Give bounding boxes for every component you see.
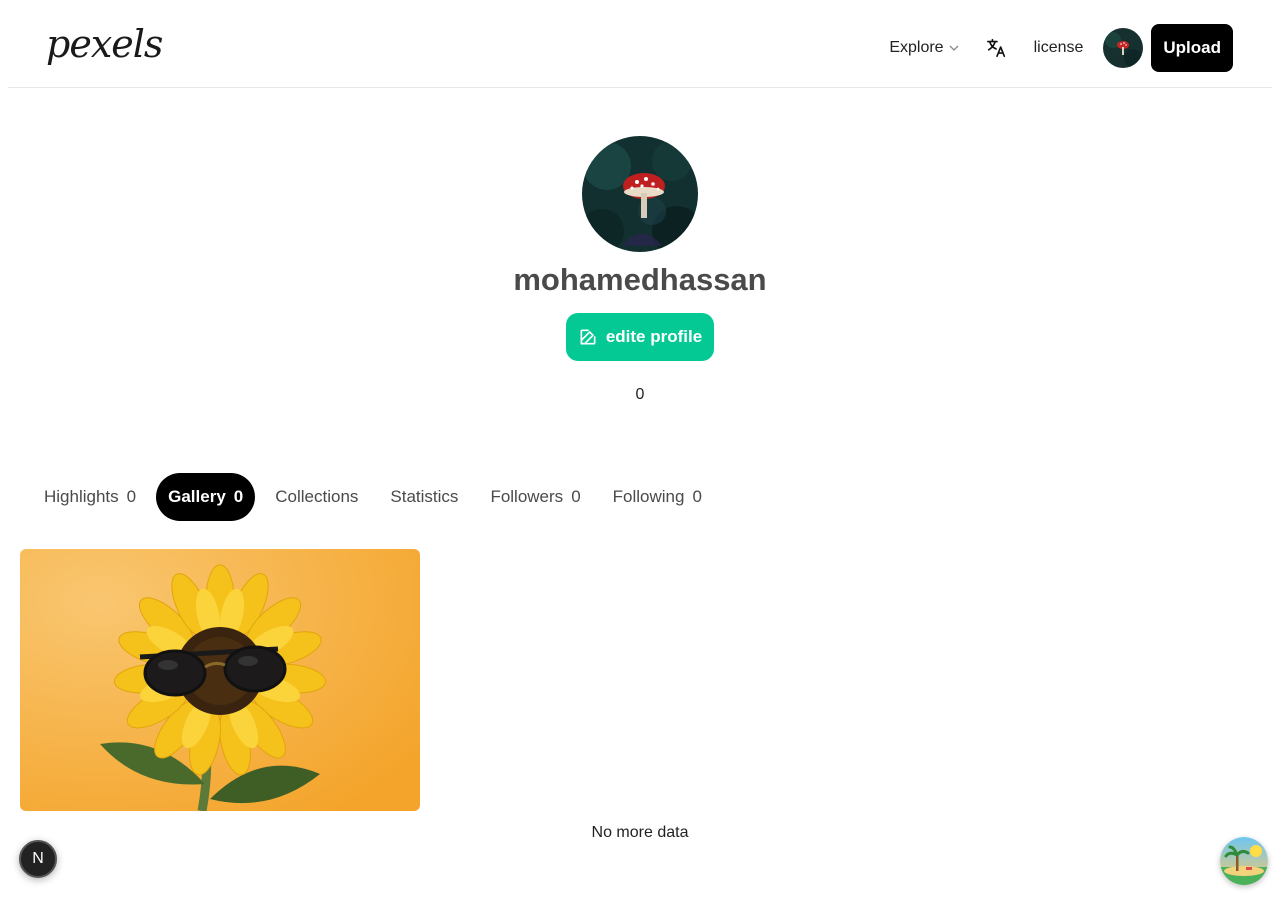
tab-count: 0 [571, 487, 581, 506]
profile-avatar[interactable] [582, 136, 698, 252]
tab-followers[interactable]: Followers 0 [474, 473, 596, 521]
edit-profile-button[interactable]: edite profile [566, 313, 714, 361]
tab-highlights[interactable]: Highlights 0 [28, 473, 152, 521]
gallery-photo[interactable] [20, 549, 420, 811]
top-navbar: pexels Explore license Upload [8, 0, 1272, 88]
tab-label: Collections [275, 487, 359, 506]
tab-count: 0 [233, 487, 244, 506]
tab-following[interactable]: Following 0 [597, 473, 718, 521]
tab-label: Following [612, 487, 685, 506]
tab-count: 0 [126, 487, 137, 506]
tab-count: 0 [692, 487, 702, 506]
edit-icon [580, 329, 596, 345]
tab-gallery[interactable]: Gallery 0 [156, 473, 256, 521]
tab-label: Followers [490, 487, 564, 506]
tab-collections[interactable]: Collections [259, 473, 374, 521]
license-link[interactable]: license [1034, 39, 1084, 57]
profile-tabs: Highlights 0 Gallery 0 Collections Stati… [28, 473, 718, 521]
tab-label: Highlights [44, 487, 119, 506]
tab-label: Statistics [390, 487, 459, 506]
user-avatar[interactable] [1103, 28, 1144, 68]
profile-stat-count: 0 [635, 386, 645, 403]
profile-username: mohamedhassan [513, 262, 767, 297]
nextjs-dev-badge[interactable]: N [19, 840, 57, 878]
explore-menu[interactable]: Explore [889, 39, 959, 57]
beach-icon[interactable] [1220, 837, 1268, 885]
explore-label: Explore [889, 39, 944, 56]
chevron-down-icon [949, 45, 959, 51]
upload-button[interactable]: Upload [1151, 24, 1233, 72]
nav-actions: Explore license Upload [889, 24, 1233, 72]
translate-icon[interactable] [986, 37, 1008, 59]
tab-statistics[interactable]: Statistics [374, 473, 474, 521]
tab-label: Gallery [168, 487, 226, 506]
edit-profile-label: edite profile [605, 327, 703, 346]
pexels-logo[interactable]: pexels [46, 22, 163, 66]
end-of-list-message: No more data [591, 824, 689, 841]
